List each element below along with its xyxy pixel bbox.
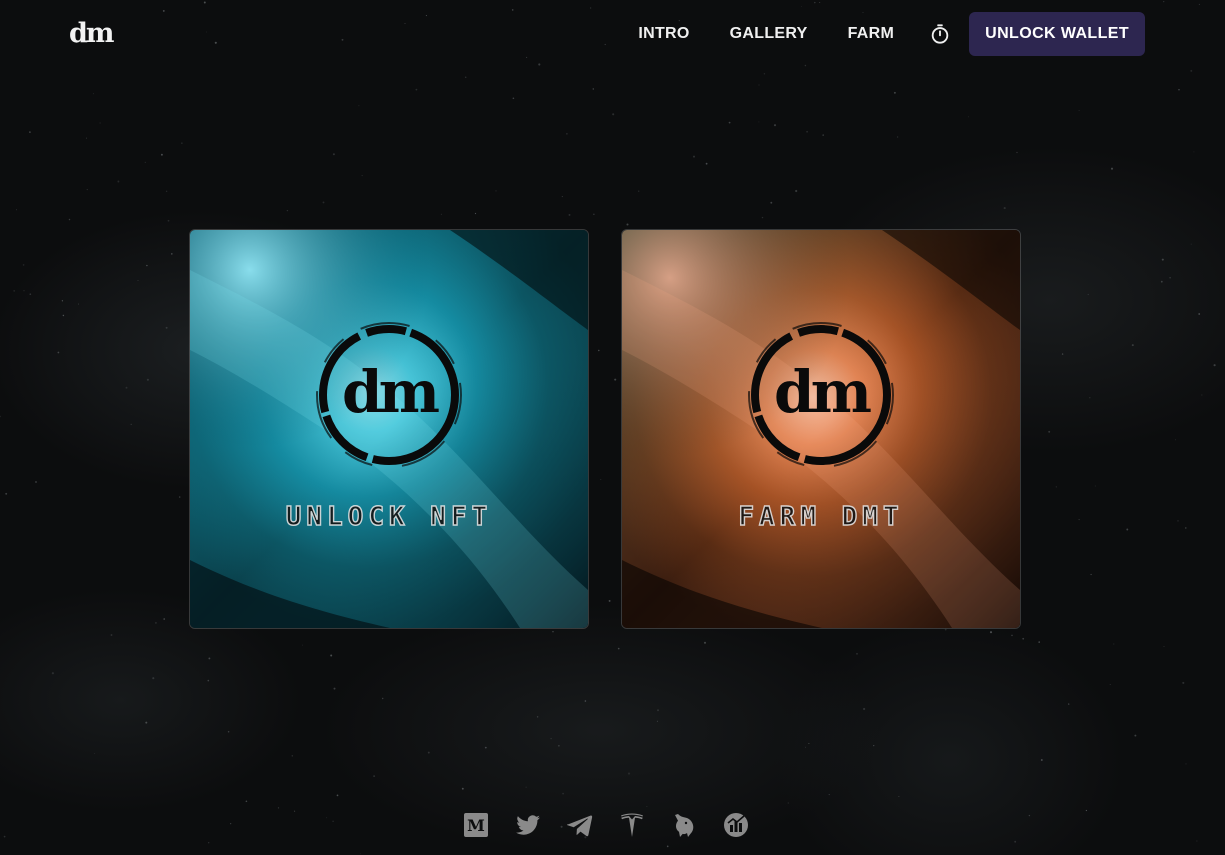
farm-dmt-card[interactable]: dm FARM DMT — [621, 229, 1021, 629]
page: dm INTRO GALLERY FARM UNLOCK WALLET dm U… — [0, 0, 1225, 855]
nav-gallery[interactable]: GALLERY — [730, 25, 808, 43]
card-label: FARM DMT — [738, 501, 904, 532]
main-nav: INTRO GALLERY FARM UNLOCK WALLET — [638, 12, 1145, 56]
unlock-wallet-button[interactable]: UNLOCK WALLET — [969, 12, 1145, 56]
nav-farm[interactable]: FARM — [848, 25, 895, 43]
tesla-icon[interactable] — [618, 811, 646, 839]
top-navbar: dm INTRO GALLERY FARM UNLOCK WALLET — [0, 0, 1225, 70]
dm-emblem-logo: dm — [316, 322, 462, 468]
stopwatch-icon[interactable] — [929, 23, 951, 45]
dm-logo[interactable]: dm — [69, 18, 114, 50]
twitter-icon[interactable] — [514, 811, 542, 839]
emblem-text: dm — [774, 358, 872, 426]
chart-icon[interactable] — [722, 811, 750, 839]
telegram-icon[interactable] — [566, 811, 594, 839]
starfield-background — [0, 0, 1216, 855]
social-links: M — [462, 808, 750, 842]
card-label: UNLOCK NFT — [285, 501, 493, 532]
emblem-text: dm — [342, 358, 440, 426]
svg-text:M: M — [467, 816, 485, 835]
unicorn-icon[interactable] — [670, 811, 698, 839]
unlock-nft-card[interactable]: dm UNLOCK NFT — [189, 229, 589, 629]
dm-emblem-logo: dm — [748, 322, 894, 468]
medium-icon[interactable]: M — [462, 811, 490, 839]
nav-intro[interactable]: INTRO — [638, 25, 689, 43]
